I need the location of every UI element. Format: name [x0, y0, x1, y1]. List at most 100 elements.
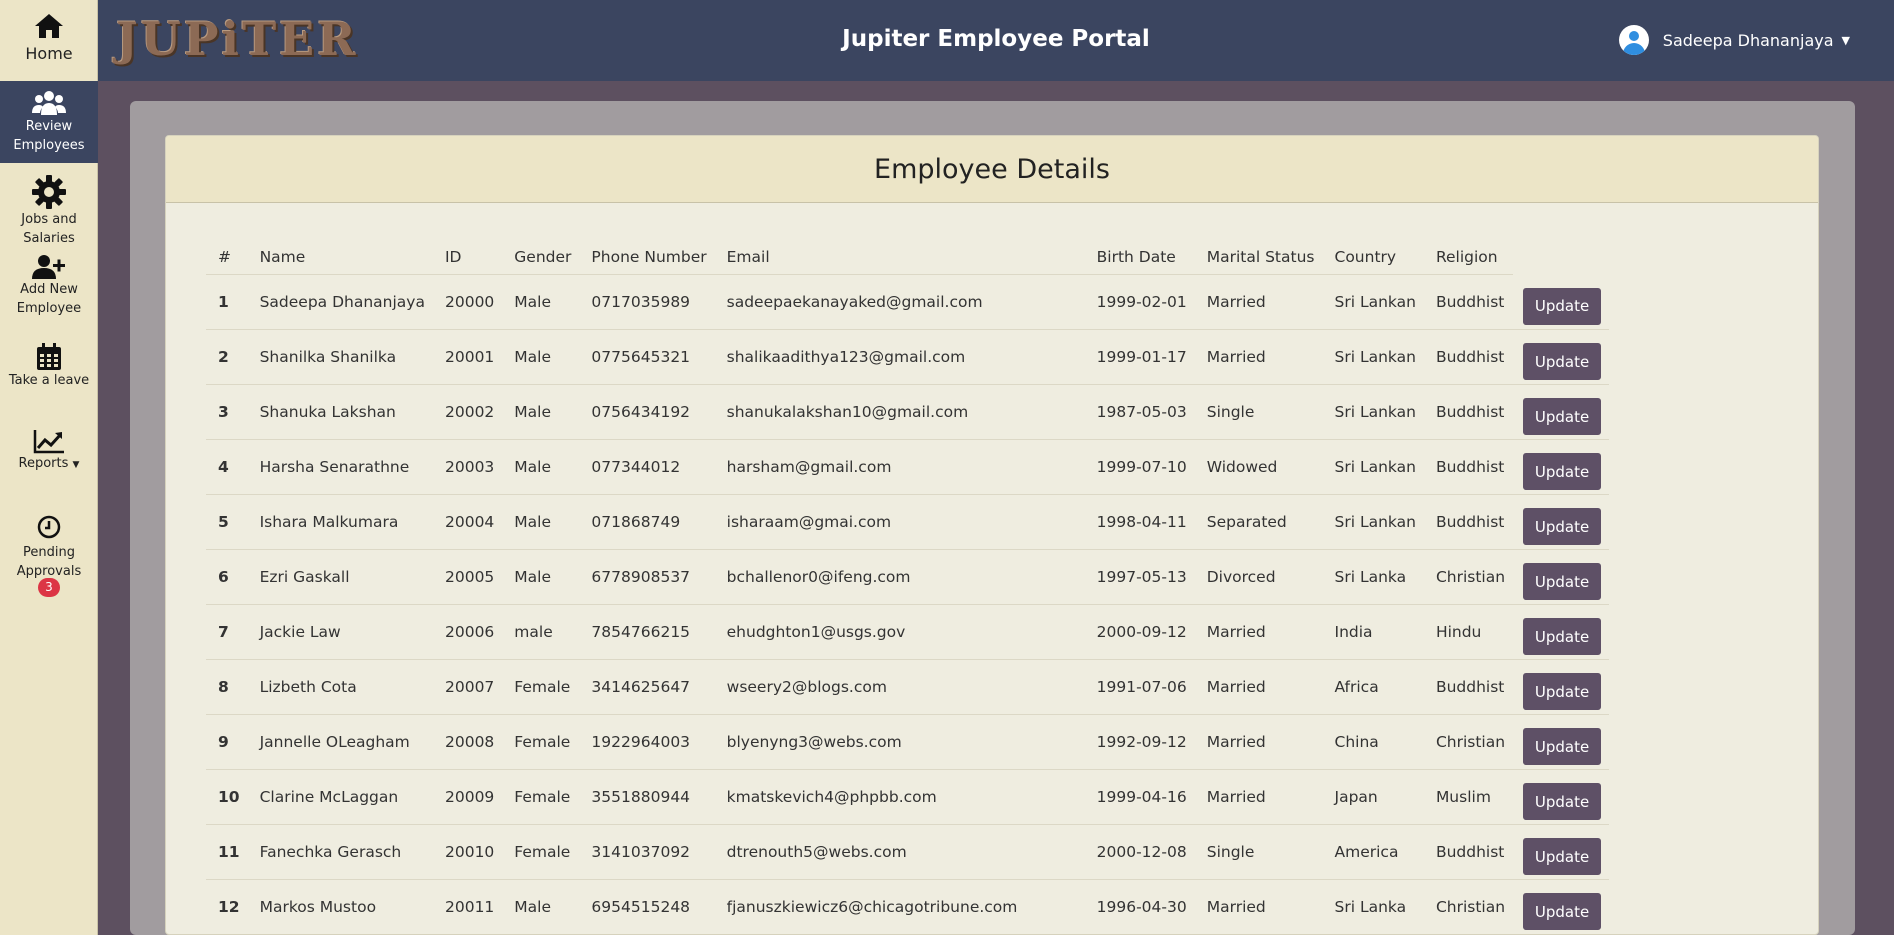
sidebar-item-take-a-leave[interactable]: Take a leave	[0, 343, 98, 393]
table-cell: isharaam@gmai.com	[714, 494, 1085, 550]
table-cell: Ezri Gaskall	[247, 549, 433, 605]
sidebar-item-add-new-employee[interactable]: Add New Employee	[0, 254, 98, 322]
update-button[interactable]: Update	[1523, 287, 1602, 325]
table-cell: 0775645321	[579, 329, 715, 385]
update-button[interactable]: Update	[1523, 343, 1602, 380]
column-header: Marital Status	[1194, 240, 1323, 275]
table-cell: 20007	[432, 659, 503, 715]
sidebar-item-review-employees[interactable]: Review Employees	[0, 81, 98, 163]
table-cell: Sri Lankan	[1322, 274, 1424, 330]
update-button[interactable]: Update	[1523, 838, 1602, 875]
table-cell: 3414625647	[579, 659, 715, 715]
table-cell: 1999-07-10	[1084, 439, 1195, 495]
table-cell: Married	[1194, 769, 1323, 825]
update-button[interactable]: Update	[1523, 893, 1602, 930]
table-cell: Single	[1194, 824, 1323, 880]
employee-details-card: Employee Details # Name ID Gender Phone …	[165, 135, 1819, 935]
table-row: 11 Fanechka Gerasch 20010 Female 3141037092 d…	[206, 824, 1610, 880]
table-cell: India	[1322, 604, 1424, 660]
table-cell: 4	[206, 439, 248, 495]
calendar-icon	[37, 343, 61, 370]
sidebar-item-label: Pending	[23, 545, 75, 560]
sidebar-item-label: Add New	[20, 282, 78, 297]
sidebar: Home Review Employees Jobs and Salaries …	[0, 0, 98, 935]
table-cell: 20000	[432, 274, 503, 330]
user-name: Sadeepa Dhananjaya	[1662, 30, 1834, 50]
update-button[interactable]: Update	[1523, 398, 1602, 435]
sidebar-item-label: Take a leave	[8, 373, 90, 388]
table-cell: Married	[1194, 329, 1323, 385]
table-cell: Sri Lankan	[1322, 439, 1424, 495]
sidebar-item-reports[interactable]: Reports ▼	[0, 428, 98, 478]
table-cell: Married	[1194, 714, 1323, 770]
column-header: Gender	[502, 240, 580, 275]
table-cell: Female	[502, 824, 580, 880]
sidebar-item-pending-approvals[interactable]: Pending Approvals 3	[0, 515, 98, 597]
table-cell: ehudghton1@usgs.gov	[714, 604, 1085, 660]
column-header: Phone Number	[579, 240, 715, 275]
sidebar-item-label: Review	[25, 119, 73, 134]
sidebar-item-label: Home	[25, 44, 73, 63]
table-cell: 20003	[432, 439, 503, 495]
table-cell-action: Update	[1513, 439, 1610, 495]
table-cell: 2000-09-12	[1084, 604, 1195, 660]
table-row: 5 Ishara Malkumara 20004 Male 071868749 ishar…	[206, 494, 1610, 550]
update-button[interactable]: Update	[1523, 728, 1602, 765]
table-cell-action: Update	[1513, 714, 1610, 770]
table-cell: Sadeepa Dhananjaya	[247, 274, 433, 330]
table-cell: harsham@gmail.com	[714, 439, 1085, 495]
table-cell: 077344012	[579, 439, 715, 495]
table-cell: Shanuka Lakshan	[247, 384, 433, 440]
table-cell: Jannelle OLeagham	[247, 714, 433, 770]
home-icon	[35, 14, 63, 38]
table-cell: Male	[502, 329, 580, 385]
sidebar-item-home[interactable]: Home	[0, 0, 98, 80]
table-cell: 1997-05-13	[1084, 549, 1195, 605]
update-button[interactable]: Update	[1523, 508, 1602, 545]
table-cell: 20005	[432, 549, 503, 605]
table-cell: Male	[502, 549, 580, 605]
table-cell: 20009	[432, 769, 503, 825]
table-cell: Buddhist	[1423, 329, 1514, 385]
avatar	[1618, 25, 1649, 55]
update-button[interactable]: Update	[1523, 783, 1602, 820]
table-cell: 1999-01-17	[1084, 329, 1195, 385]
table-cell: Japan	[1322, 769, 1424, 825]
table-cell: Buddhist	[1423, 439, 1514, 495]
table-cell: Christian	[1423, 549, 1514, 605]
user-menu[interactable]: Sadeepa Dhananjaya ▼	[1618, 25, 1850, 55]
column-header: Country	[1322, 240, 1424, 275]
column-header: Email	[714, 240, 1085, 275]
table-cell: 1991-07-06	[1084, 659, 1195, 715]
table-cell-action: Update	[1513, 549, 1610, 605]
table-cell: Widowed	[1194, 439, 1323, 495]
table-cell-action: Update	[1513, 274, 1610, 330]
table-cell: Divorced	[1194, 549, 1323, 605]
table-cell: 10	[206, 769, 248, 825]
table-cell: 6	[206, 549, 248, 605]
sidebar-item-label-wrap: Reports ▼	[0, 454, 98, 475]
column-header: ID	[432, 240, 503, 275]
table-body: 1 Sadeepa Dhananjaya 20000 Male 0717035989 sa…	[206, 274, 1610, 934]
update-button[interactable]: Update	[1523, 673, 1602, 710]
sidebar-item-label: Salaries	[23, 231, 75, 246]
table-cell: Male	[502, 384, 580, 440]
sidebar-item-jobs-and-salaries[interactable]: Jobs and Salaries	[0, 174, 98, 252]
table-cell: dtrenouth5@webs.com	[714, 824, 1085, 880]
update-button[interactable]: Update	[1523, 453, 1602, 490]
table-cell: Hindu	[1423, 604, 1514, 660]
table-cell: kmatskevich4@phpbb.com	[714, 769, 1085, 825]
table-cell: 1999-02-01	[1084, 274, 1195, 330]
table-cell: Sri Lankan	[1322, 384, 1424, 440]
table-cell: 8	[206, 659, 248, 715]
update-button[interactable]: Update	[1523, 618, 1602, 655]
table-cell: 20011	[432, 879, 503, 934]
update-button[interactable]: Update	[1523, 563, 1602, 600]
card-title: Employee Details	[874, 154, 1110, 185]
table-cell: Married	[1194, 604, 1323, 660]
table-cell: 12	[206, 879, 248, 934]
table-row: 3 Shanuka Lakshan 20002 Male 0756434192 shanu…	[206, 384, 1610, 440]
table-cell: Buddhist	[1423, 659, 1514, 715]
table-cell: Buddhist	[1423, 494, 1514, 550]
pending-count-badge: 3	[38, 578, 60, 597]
